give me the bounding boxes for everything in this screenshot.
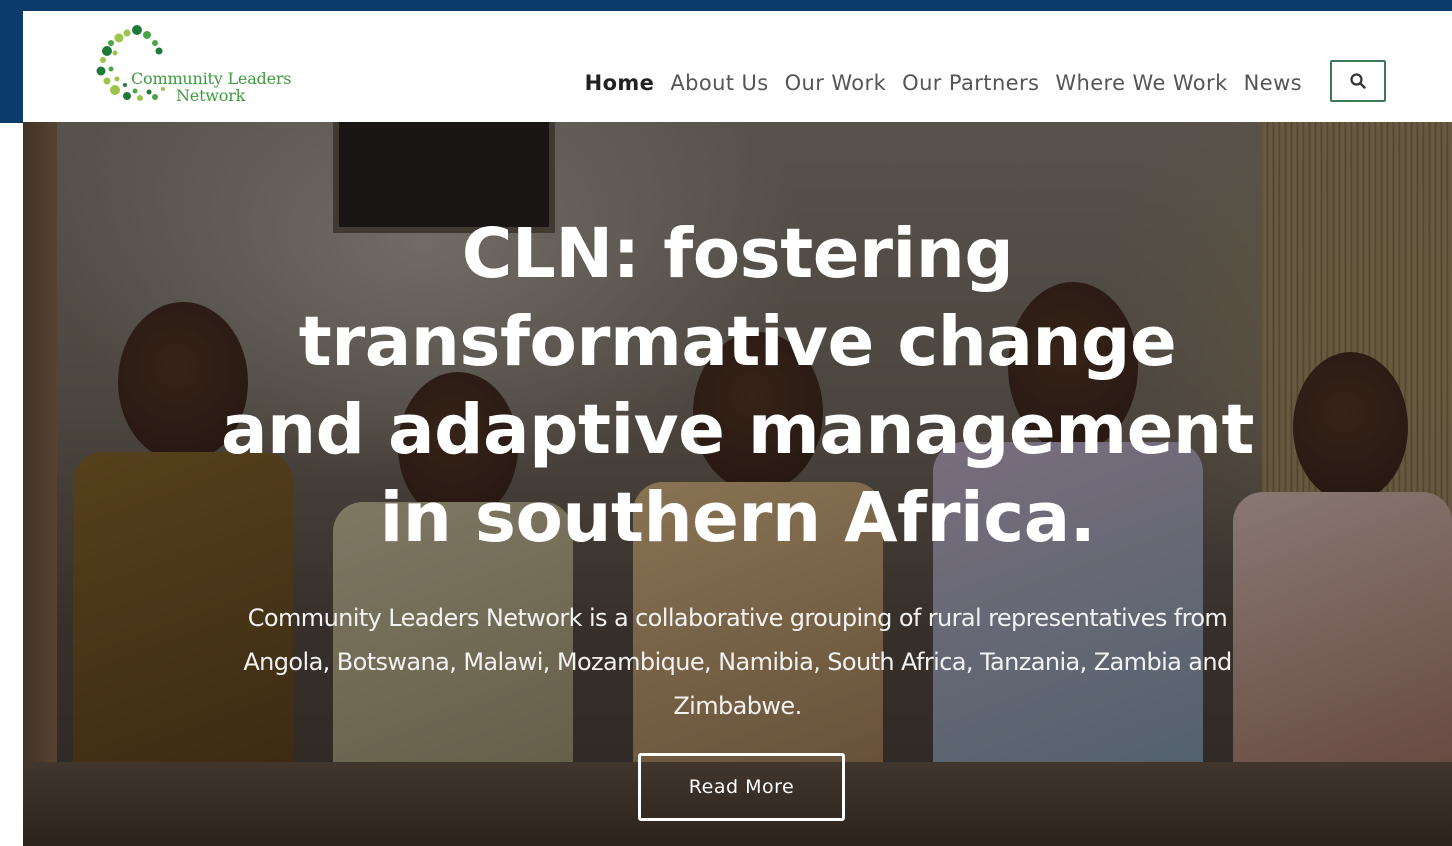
brand-logo[interactable]: Community Leaders Network [93, 23, 303, 109]
nav-item-news[interactable]: News [1244, 71, 1302, 95]
hero-content: CLN: fostering transformative change and… [23, 210, 1452, 728]
main-nav: Home About Us Our Work Our Partners Wher… [585, 71, 1302, 95]
hero-title: CLN: fostering transformative change and… [220, 214, 1255, 558]
search-button[interactable] [1330, 60, 1386, 102]
nav-item-where-we-work[interactable]: Where We Work [1055, 71, 1227, 95]
hero-description: Community Leaders Network is a collabora… [243, 604, 1232, 720]
hero-section: CLN: fostering transformative change and… [23, 122, 1452, 846]
left-frame-bar [0, 11, 23, 123]
top-frame-bar [0, 0, 1452, 11]
nav-item-our-partners[interactable]: Our Partners [902, 71, 1039, 95]
brand-name: Community Leaders Network [131, 69, 292, 105]
nav-item-about-us[interactable]: About Us [670, 71, 768, 95]
site-header: Community Leaders Network Home About Us … [23, 11, 1452, 122]
nav-item-our-work[interactable]: Our Work [785, 71, 887, 95]
brand-name-line2: Network [176, 86, 246, 105]
read-more-button[interactable]: Read More [638, 753, 845, 821]
nav-item-home[interactable]: Home [585, 71, 655, 95]
brand-name-line1: Community Leaders [131, 69, 292, 88]
search-icon [1350, 73, 1366, 89]
